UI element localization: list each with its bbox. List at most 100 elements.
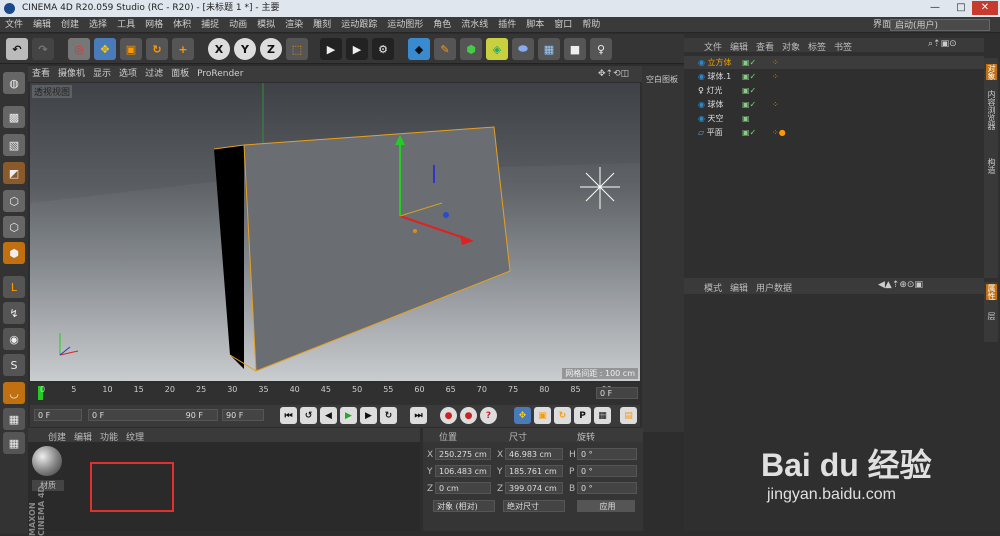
- subdivision-icon[interactable]: ⬢: [460, 38, 482, 60]
- object-row-sphere1[interactable]: ◉ 球体.1 ▣✓ ⁘: [684, 70, 984, 83]
- undo-icon[interactable]: ↶: [6, 38, 28, 60]
- floor-icon[interactable]: ▦: [538, 38, 560, 60]
- menu-character[interactable]: 角色: [428, 17, 456, 33]
- timeline[interactable]: 051015202530354045505560657075808590 0 F: [30, 383, 640, 405]
- attr-menu-userdata[interactable]: 用户数据: [756, 281, 792, 294]
- key-rotation-icon[interactable]: ↻: [554, 407, 571, 424]
- pen-icon[interactable]: ✎: [434, 38, 456, 60]
- side-tab-content-browser[interactable]: 内容浏览器: [986, 90, 997, 130]
- go-to-end-icon[interactable]: ⏭: [410, 407, 427, 424]
- menu-render[interactable]: 渲染: [280, 17, 308, 33]
- obj-menu-objects[interactable]: 对象: [782, 40, 800, 53]
- magnet-icon[interactable]: ◡: [3, 382, 25, 404]
- object-row-sphere[interactable]: ◉ 球体 ▣✓ ⁘: [684, 98, 984, 111]
- redo-icon[interactable]: ↷: [32, 38, 54, 60]
- viewport-nav-icon[interactable]: ✥⇡⟲◫: [594, 66, 633, 82]
- viewport-menu-options[interactable]: 选项: [115, 66, 141, 82]
- key-pla-icon[interactable]: ▦: [594, 407, 611, 424]
- next-frame-icon[interactable]: ▶: [360, 407, 377, 424]
- material-menu-create[interactable]: 创建: [48, 430, 66, 443]
- texture-mode-icon[interactable]: ▧: [3, 134, 25, 156]
- rotate-icon[interactable]: ↻: [146, 38, 168, 60]
- render-settings-icon[interactable]: ⚙: [372, 38, 394, 60]
- attr-menu-edit[interactable]: 编辑: [730, 281, 748, 294]
- attr-menu-mode[interactable]: 模式: [704, 281, 722, 294]
- object-row-plane[interactable]: ▱ 平面 ▣✓ ⁘●: [684, 126, 984, 139]
- object-row-sky[interactable]: ◉ 天空 ▣: [684, 112, 984, 125]
- object-row-light[interactable]: ♀ 灯光 ▣✓: [684, 84, 984, 97]
- make-editable-icon[interactable]: ◍: [3, 72, 25, 94]
- go-to-start-icon[interactable]: ⏮: [280, 407, 297, 424]
- frame-range-slider[interactable]: 0 F 90 F: [88, 409, 218, 421]
- side-tab-structure[interactable]: 构造: [986, 158, 997, 174]
- pos-z-field[interactable]: 0 cm: [435, 482, 491, 494]
- cube-icon[interactable]: ◆: [408, 38, 430, 60]
- obj-menu-view[interactable]: 查看: [756, 40, 774, 53]
- interface-select[interactable]: 启动(用户): [890, 19, 990, 31]
- z-axis-button[interactable]: Z: [260, 38, 282, 60]
- light-icon[interactable]: ♀: [590, 38, 612, 60]
- blank-board-tab[interactable]: 空白图板: [646, 74, 678, 85]
- close-button[interactable]: ✕: [972, 1, 998, 15]
- viewport-menu-panel[interactable]: 面板: [167, 66, 193, 82]
- rot-b-field[interactable]: 0 °: [577, 482, 637, 494]
- menu-file[interactable]: 文件: [0, 17, 28, 33]
- rot-h-field[interactable]: 0 °: [577, 448, 637, 460]
- object-row-cube[interactable]: ◉ 立方体 ▣✓ ⁘: [684, 56, 984, 69]
- side-tab-attributes[interactable]: 属性: [986, 284, 997, 300]
- polygons-mode-icon[interactable]: ⬢: [3, 242, 25, 264]
- menu-script[interactable]: 脚本: [521, 17, 549, 33]
- menu-animate[interactable]: 动画: [224, 17, 252, 33]
- size-z-field[interactable]: 399.074 cm: [505, 482, 563, 494]
- menu-pipeline[interactable]: 流水线: [456, 17, 493, 33]
- grid-lock-icon[interactable]: ▦: [3, 408, 25, 430]
- menu-snap[interactable]: 捕捉: [196, 17, 224, 33]
- side-tab-objects[interactable]: 对象: [986, 64, 997, 80]
- menu-volume[interactable]: 体积: [168, 17, 196, 33]
- material-menu-texture[interactable]: 纹理: [126, 430, 144, 443]
- deformer-icon[interactable]: ⬬: [512, 38, 534, 60]
- size-x-field[interactable]: 46.983 cm: [505, 448, 563, 460]
- menu-motion-tracking[interactable]: 运动跟踪: [336, 17, 382, 33]
- coordinate-system-icon[interactable]: ⬚: [286, 38, 308, 60]
- obj-menu-tags[interactable]: 标签: [808, 40, 826, 53]
- menu-plugins[interactable]: 插件: [493, 17, 521, 33]
- camera-icon[interactable]: ■: [564, 38, 586, 60]
- menu-simulate[interactable]: 模拟: [252, 17, 280, 33]
- scale-icon[interactable]: ▣: [120, 38, 142, 60]
- render-view-icon[interactable]: ▶: [320, 38, 342, 60]
- viewport-menu-camera[interactable]: 摄像机: [54, 66, 89, 82]
- obj-search-icon[interactable]: ⌕⇡▣⊙: [928, 39, 957, 49]
- viewport-menu-view[interactable]: 查看: [28, 66, 54, 82]
- key-parameter-icon[interactable]: P: [574, 407, 591, 424]
- live-select-icon[interactable]: ◎: [68, 38, 90, 60]
- key-position-icon[interactable]: ✥: [514, 407, 531, 424]
- grid-workplane-icon[interactable]: ▦: [3, 432, 25, 454]
- menu-window[interactable]: 窗口: [549, 17, 577, 33]
- pos-x-field[interactable]: 250.275 cm: [435, 448, 491, 460]
- max-frame-field[interactable]: 90 F: [222, 409, 264, 421]
- size-y-field[interactable]: 185.761 cm: [505, 465, 563, 477]
- autokey-icon[interactable]: ●: [460, 407, 477, 424]
- previous-frame-icon[interactable]: ◀: [320, 407, 337, 424]
- obj-menu-edit[interactable]: 编辑: [730, 40, 748, 53]
- render-to-picture-viewer-icon[interactable]: ▶: [346, 38, 368, 60]
- x-axis-button[interactable]: X: [208, 38, 230, 60]
- axis-mode-icon[interactable]: L: [3, 276, 25, 298]
- next-key-icon[interactable]: ↻: [380, 407, 397, 424]
- menu-sculpt[interactable]: 雕刻: [308, 17, 336, 33]
- size-mode-select[interactable]: 绝对尺寸: [503, 500, 565, 512]
- tweak-mode-icon[interactable]: ↯: [3, 302, 25, 324]
- side-tab-layers[interactable]: 层: [986, 312, 997, 320]
- keyframe-selection-icon[interactable]: ?: [480, 407, 497, 424]
- apply-button[interactable]: 应用: [577, 500, 635, 512]
- y-axis-button[interactable]: Y: [234, 38, 256, 60]
- coord-mode-select[interactable]: 对象 (相对): [433, 500, 495, 512]
- rot-p-field[interactable]: 0 °: [577, 465, 637, 477]
- workplane-icon[interactable]: ◩: [3, 162, 25, 184]
- material-menu-edit[interactable]: 编辑: [74, 430, 92, 443]
- viewport-menu-display[interactable]: 显示: [89, 66, 115, 82]
- menu-select[interactable]: 选择: [84, 17, 112, 33]
- timeline-window-icon[interactable]: ▤: [620, 407, 637, 424]
- play-icon[interactable]: ▶: [340, 407, 357, 424]
